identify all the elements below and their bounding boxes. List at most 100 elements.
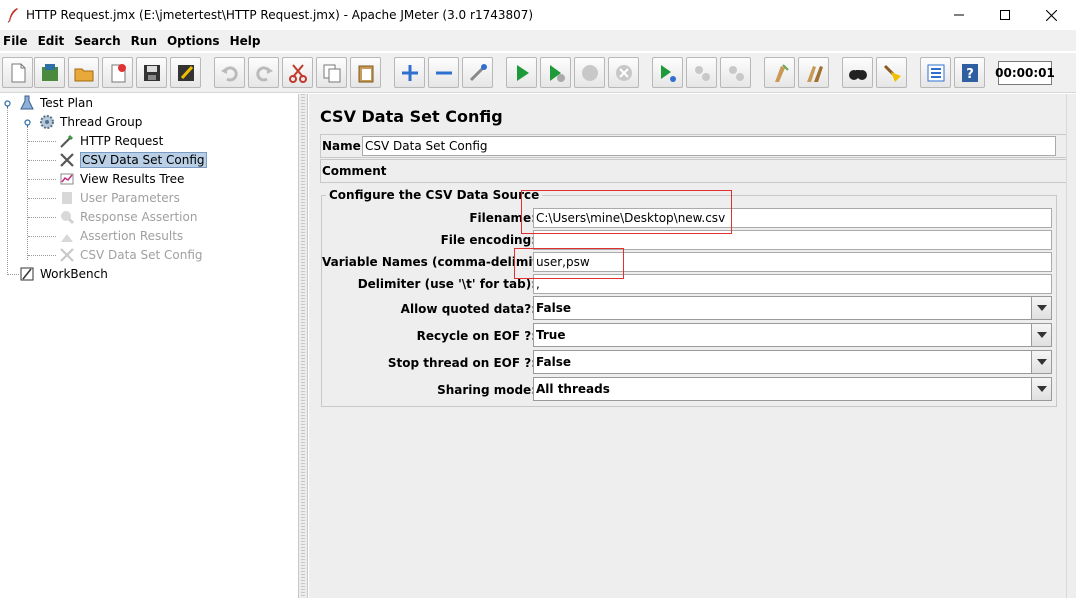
- save-as-button[interactable]: [170, 57, 201, 88]
- title-bar: HTTP Request.jmx (E:\jmetertest\HTTP Req…: [0, 0, 1076, 30]
- function-helper-icon: [927, 64, 944, 81]
- save-as-icon: [177, 64, 194, 81]
- filename-label: Filename:: [469, 211, 536, 225]
- maximize-icon: [1000, 10, 1010, 20]
- selected-value: False: [536, 355, 571, 369]
- chevron-down-icon[interactable]: [1031, 297, 1051, 319]
- tree-node-csv-data-set-config[interactable]: CSV Data Set Config: [58, 151, 207, 169]
- copy-button[interactable]: [316, 57, 347, 88]
- chevron-down-icon[interactable]: [1031, 324, 1051, 346]
- chevron-down-icon[interactable]: [1031, 378, 1051, 400]
- function-helper-button[interactable]: [920, 57, 951, 88]
- search-icon: [848, 69, 867, 80]
- maximize-button[interactable]: [982, 0, 1028, 30]
- tree-node-label: WorkBench: [40, 267, 108, 281]
- menu-file[interactable]: File: [0, 34, 34, 48]
- cut-button[interactable]: [282, 57, 313, 88]
- collapse-all-button[interactable]: [428, 57, 459, 88]
- close-file-button[interactable]: [102, 57, 133, 88]
- preprocessor-icon: [58, 189, 76, 207]
- selected-value: False: [536, 301, 571, 315]
- tree-node-csv-data-set-config-disabled[interactable]: CSV Data Set Config: [58, 246, 203, 264]
- toggle-button[interactable]: [462, 57, 493, 88]
- redo-icon: [255, 65, 273, 81]
- help-button[interactable]: ?: [954, 57, 985, 88]
- toolbar: ?: [0, 53, 1076, 93]
- shutdown-button[interactable]: [608, 57, 639, 88]
- menu-help[interactable]: Help: [226, 34, 267, 48]
- remote-start-icon: [660, 64, 676, 82]
- remote-shutdown-button[interactable]: [720, 57, 751, 88]
- clear-all-button[interactable]: [798, 57, 829, 88]
- comments-field[interactable]: [387, 162, 1067, 182]
- clear-button[interactable]: [764, 57, 795, 88]
- listener-icon: [58, 170, 76, 188]
- tree-node-label: User Parameters: [80, 191, 180, 205]
- menu-run[interactable]: Run: [127, 34, 163, 48]
- tree-node-response-assertion[interactable]: Response Assertion: [58, 208, 197, 226]
- test-plan-tree: Test Plan Thread Group HTTP Request CSV …: [0, 94, 298, 598]
- tree-node-workbench[interactable]: WorkBench: [18, 265, 108, 283]
- open-button[interactable]: [68, 57, 99, 88]
- start-no-pauses-button[interactable]: [540, 57, 571, 88]
- tree-node-view-results-tree[interactable]: View Results Tree: [58, 170, 184, 188]
- save-icon: [143, 64, 160, 81]
- redo-button[interactable]: [248, 57, 279, 88]
- start-no-pause-icon: [549, 64, 565, 82]
- undo-button[interactable]: [214, 57, 245, 88]
- tree-node-http-request[interactable]: HTTP Request: [58, 132, 163, 150]
- tree-node-label: Assertion Results: [80, 229, 184, 243]
- tree-node-label: Response Assertion: [80, 210, 198, 224]
- chevron-down-icon[interactable]: [1031, 351, 1051, 373]
- name-field[interactable]: CSV Data Set Config: [362, 136, 1056, 156]
- shutdown-icon: [615, 64, 632, 81]
- right-edge-strip: [1066, 94, 1076, 598]
- new-button[interactable]: [2, 57, 33, 88]
- collapse-toggle-icon[interactable]: [3, 99, 12, 108]
- collapse-toggle-icon[interactable]: [23, 118, 32, 127]
- tree-node-thread-group[interactable]: Thread Group: [38, 113, 142, 131]
- menu-options[interactable]: Options: [163, 34, 226, 48]
- remote-shutdown-icon: [728, 65, 744, 81]
- divider-grip: [301, 94, 305, 598]
- reset-search-button[interactable]: [876, 57, 907, 88]
- menu-search[interactable]: Search: [70, 34, 126, 48]
- filename-field[interactable]: C:\Users\mine\Desktop\new.csv: [533, 208, 1052, 228]
- menu-edit[interactable]: Edit: [34, 34, 71, 48]
- split-pane-divider[interactable]: [298, 94, 308, 598]
- delimiter-field[interactable]: ,: [533, 274, 1052, 294]
- stop-button[interactable]: [574, 57, 605, 88]
- file-encoding-field[interactable]: [533, 230, 1052, 250]
- save-button[interactable]: [136, 57, 167, 88]
- page-title: CSV Data Set Config: [320, 107, 503, 126]
- clear-icon: [774, 63, 789, 82]
- tree-node-test-plan[interactable]: Test Plan: [18, 94, 93, 112]
- variable-names-field[interactable]: user,psw: [533, 252, 1052, 272]
- tree-node-label: CSV Data Set Config: [80, 152, 207, 168]
- copy-icon: [323, 64, 340, 82]
- recycle-on-eof-select[interactable]: True: [533, 323, 1052, 347]
- config-panel: CSV Data Set Config Name: CSV Data Set C…: [309, 94, 1076, 598]
- stop-thread-on-eof-select[interactable]: False: [533, 350, 1052, 374]
- search-button[interactable]: [842, 57, 873, 88]
- file-encoding-label: File encoding:: [440, 233, 536, 247]
- tree-node-user-parameters[interactable]: User Parameters: [58, 189, 180, 207]
- stop-icon: [581, 64, 598, 81]
- close-window-button[interactable]: [1028, 0, 1074, 30]
- config-element-icon: [58, 151, 76, 169]
- start-button[interactable]: [506, 57, 537, 88]
- tree-node-label: Thread Group: [60, 115, 143, 129]
- tree-node-assertion-results[interactable]: Assertion Results: [58, 227, 183, 245]
- jmeter-feather-icon: [7, 7, 19, 23]
- remote-start-button[interactable]: [652, 57, 683, 88]
- paste-button[interactable]: [350, 57, 381, 88]
- comments-row: Comments:: [320, 159, 1069, 183]
- templates-button[interactable]: [34, 57, 65, 88]
- allow-quoted-data-select[interactable]: False: [533, 296, 1052, 320]
- sharing-mode-select[interactable]: All threads: [533, 377, 1052, 401]
- sharing-mode-label: Sharing mode:: [437, 383, 536, 397]
- remote-stop-button[interactable]: [686, 57, 717, 88]
- expand-all-button[interactable]: [394, 57, 425, 88]
- minimize-button[interactable]: [936, 0, 982, 30]
- csv-data-source-group: Filename: C:\Users\mine\Desktop\new.csv …: [321, 195, 1057, 407]
